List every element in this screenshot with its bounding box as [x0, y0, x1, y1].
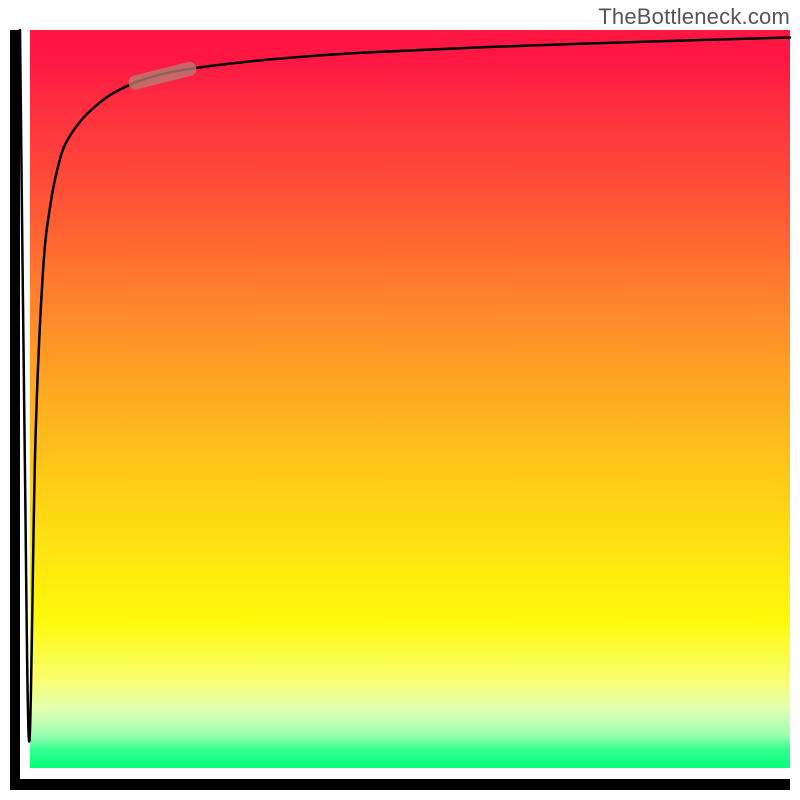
highlight-marker — [136, 69, 190, 82]
curve-layer — [20, 30, 790, 779]
bottleneck-curve — [20, 30, 790, 742]
watermark-text: TheBottleneck.com — [598, 4, 790, 30]
plot-area — [10, 30, 790, 790]
chart-frame: TheBottleneck.com — [0, 0, 800, 800]
